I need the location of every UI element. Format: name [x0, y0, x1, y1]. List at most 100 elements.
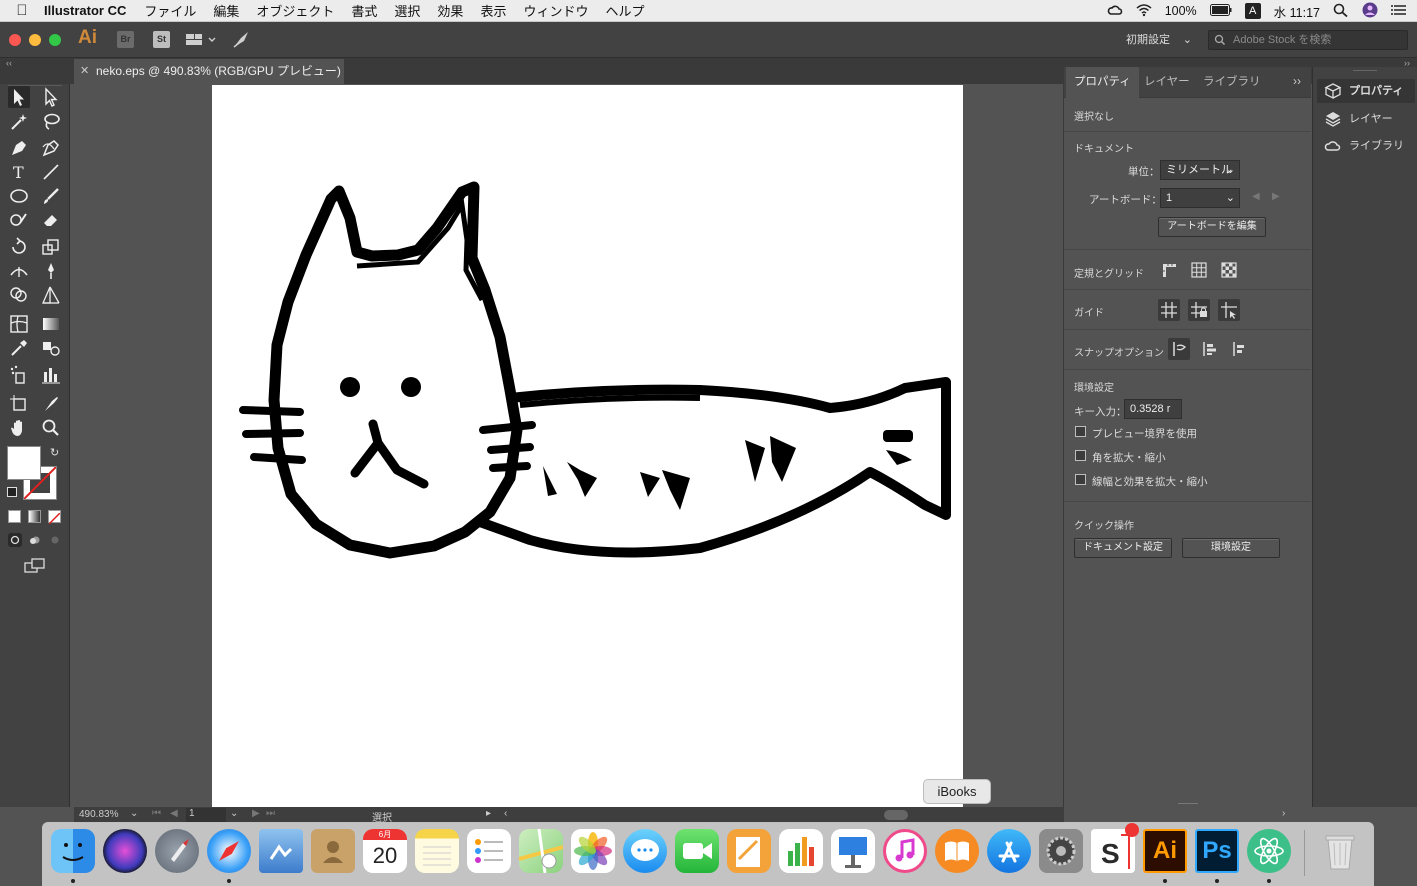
- zoom-tool-icon[interactable]: [40, 417, 62, 439]
- scale-strokes-checkbox[interactable]: [1075, 474, 1086, 485]
- line-segment-tool-icon[interactable]: [40, 161, 62, 183]
- menu-object[interactable]: オブジェクト: [256, 1, 334, 20]
- apple-menu-icon[interactable]: : [0, 2, 44, 19]
- snap-to-pixel-icon[interactable]: [1228, 338, 1250, 360]
- snap-to-grid-icon[interactable]: [1198, 338, 1220, 360]
- trash-icon[interactable]: [1318, 829, 1362, 873]
- unit-dropdown[interactable]: ミリメートル ⌄: [1160, 160, 1240, 180]
- hand-tool-icon[interactable]: [8, 417, 30, 439]
- horizontal-scrollbar-thumb[interactable]: [884, 810, 908, 820]
- artboard-number-field[interactable]: 1: [186, 808, 226, 822]
- slice-tool-icon[interactable]: [40, 393, 62, 415]
- perspective-grid-tool-icon[interactable]: [40, 284, 62, 306]
- tab-libraries[interactable]: ライブラリ: [1195, 67, 1269, 98]
- collapse-toolbar-icon[interactable]: ‹‹: [6, 58, 12, 68]
- prev-artboard-arrow-icon[interactable]: ◀: [1252, 191, 1260, 202]
- paintbrush-tool-icon[interactable]: [40, 185, 62, 207]
- draw-inside-icon[interactable]: [48, 533, 62, 547]
- close-window-button[interactable]: [9, 34, 21, 46]
- artboard-dropdown-icon[interactable]: ⌄: [230, 808, 238, 819]
- artboard-dropdown[interactable]: 1 ⌄: [1160, 188, 1240, 208]
- gpu-performance-icon[interactable]: [232, 30, 252, 54]
- width-tool-icon[interactable]: [8, 260, 30, 282]
- scale-corners-checkbox[interactable]: [1075, 450, 1086, 461]
- default-fill-stroke-icon[interactable]: [7, 487, 17, 497]
- safari-icon[interactable]: [207, 829, 251, 873]
- close-tab-icon[interactable]: ✕: [80, 59, 89, 84]
- fill-swatch[interactable]: [7, 446, 41, 480]
- type-tool-icon[interactable]: T: [8, 161, 30, 183]
- menu-edit[interactable]: 編集: [213, 1, 239, 20]
- horizontal-scroll-right[interactable]: ›: [1282, 808, 1285, 819]
- artboard[interactable]: [212, 85, 963, 807]
- menu-help[interactable]: ヘルプ: [605, 1, 644, 20]
- document-setup-button[interactable]: ドキュメント設定: [1074, 538, 1172, 558]
- selection-tool-icon[interactable]: [8, 86, 30, 108]
- system-preferences-icon[interactable]: [1039, 829, 1083, 873]
- shape-builder-tool-icon[interactable]: [8, 284, 30, 306]
- edit-artboard-button[interactable]: アートボードを編集: [1158, 217, 1266, 237]
- shaper-tool-icon[interactable]: [8, 209, 30, 231]
- menu-view[interactable]: 表示: [480, 1, 506, 20]
- menu-select[interactable]: 選択: [394, 1, 420, 20]
- photoshop-dock-icon[interactable]: Ps: [1195, 829, 1239, 873]
- notification-center-icon[interactable]: [1391, 3, 1407, 20]
- clock[interactable]: 水 11:17: [1274, 2, 1320, 21]
- transparency-grid-icon[interactable]: [1218, 259, 1240, 281]
- photos-icon[interactable]: [571, 829, 615, 873]
- blend-tool-icon[interactable]: [40, 337, 62, 359]
- bridge-button[interactable]: Br: [117, 31, 134, 48]
- minimize-window-button[interactable]: [29, 34, 41, 46]
- lasso-tool-icon[interactable]: [40, 111, 62, 133]
- direct-selection-tool-icon[interactable]: [40, 86, 62, 108]
- puppet-warp-tool-icon[interactable]: [40, 260, 62, 282]
- creative-cloud-icon[interactable]: [1107, 3, 1123, 20]
- input-source-icon[interactable]: A: [1244, 3, 1261, 19]
- gradient-tool-icon[interactable]: [40, 313, 62, 335]
- finder-icon[interactable]: [51, 829, 95, 873]
- ibooks-icon[interactable]: [935, 829, 979, 873]
- menu-effect[interactable]: 効果: [437, 1, 463, 20]
- tab-properties[interactable]: プロパティ: [1066, 67, 1139, 98]
- contacts-icon[interactable]: [311, 829, 355, 873]
- zoom-dropdown-icon[interactable]: ⌄: [130, 808, 138, 819]
- maps-icon[interactable]: [518, 828, 564, 874]
- show-guides-icon[interactable]: [1158, 299, 1180, 321]
- document-tab[interactable]: ✕ neko.eps @ 490.83% (RGB/GPU プレビュー): [74, 59, 344, 84]
- status-menu-arrow[interactable]: ▸: [486, 808, 491, 819]
- tab-layers[interactable]: レイヤー: [1136, 67, 1198, 98]
- panel-resize-grip[interactable]: [1178, 803, 1198, 805]
- key-input-field[interactable]: 0.3528 r: [1124, 399, 1182, 419]
- cat-with-fish-artwork[interactable]: [212, 85, 963, 807]
- eyedropper-tool-icon[interactable]: [8, 337, 30, 359]
- keynote-icon[interactable]: [831, 829, 875, 873]
- facetime-icon[interactable]: [675, 829, 719, 873]
- stock-search-input[interactable]: Adobe Stock を検索: [1208, 30, 1408, 50]
- messages-icon[interactable]: [623, 829, 667, 873]
- column-graph-tool-icon[interactable]: [40, 364, 62, 386]
- horizontal-scroll-left[interactable]: ‹: [504, 808, 507, 819]
- numbers-icon[interactable]: [779, 829, 823, 873]
- stock-button[interactable]: St: [153, 31, 170, 48]
- smart-guides-icon[interactable]: [1218, 299, 1240, 321]
- menu-type[interactable]: 書式: [351, 1, 377, 20]
- snap-to-point-icon[interactable]: [1168, 338, 1190, 360]
- menu-file[interactable]: ファイル: [144, 1, 196, 20]
- atom-icon[interactable]: [1247, 829, 1291, 873]
- last-artboard-button[interactable]: ⏭: [266, 808, 275, 819]
- swap-fill-stroke-icon[interactable]: ↻: [50, 446, 59, 459]
- rotate-tool-icon[interactable]: [8, 236, 30, 258]
- grid-icon[interactable]: [1188, 259, 1210, 281]
- workspace-switcher[interactable]: 初期設定 ⌄: [1114, 28, 1200, 52]
- illustrator-dock-icon[interactable]: Ai: [1143, 829, 1187, 873]
- user-avatar-icon[interactable]: [1362, 2, 1378, 21]
- notes-icon[interactable]: [415, 829, 459, 873]
- properties-panel-button[interactable]: プロパティ: [1317, 79, 1415, 103]
- libraries-panel-button[interactable]: ライブラリ: [1317, 134, 1415, 158]
- next-artboard-arrow-icon[interactable]: ▶: [1272, 191, 1280, 202]
- panel-menu-icon[interactable]: ››: [1293, 74, 1301, 88]
- app-store-icon[interactable]: [987, 829, 1031, 873]
- calendar-icon[interactable]: 6月 20: [363, 829, 407, 873]
- arrange-documents-icon[interactable]: [185, 31, 219, 53]
- scale-tool-icon[interactable]: [40, 236, 62, 258]
